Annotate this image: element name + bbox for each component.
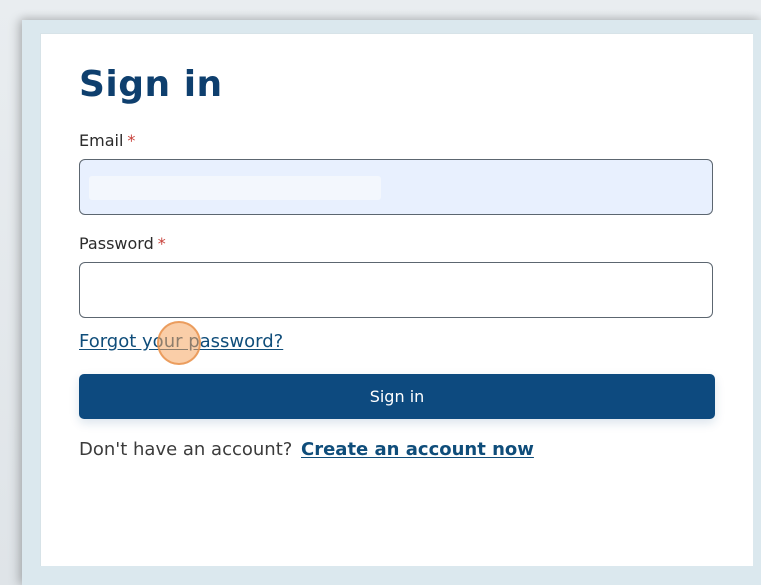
password-required-marker: * <box>157 234 166 253</box>
create-account-link[interactable]: Create an account now <box>301 438 534 462</box>
no-account-text: Don't have an account? <box>79 439 293 460</box>
password-label: Password * <box>79 233 166 255</box>
page-title: Sign in <box>79 64 223 105</box>
email-label-text: Email <box>79 131 124 150</box>
email-required-marker: * <box>127 131 136 150</box>
email-autofill-redaction <box>89 176 381 200</box>
sign-in-button[interactable]: Sign in <box>79 374 715 419</box>
password-field[interactable] <box>79 262 713 318</box>
email-label: Email * <box>79 130 135 152</box>
password-label-text: Password <box>79 234 154 253</box>
forgot-password-link[interactable]: Forgot your password? <box>79 330 283 354</box>
